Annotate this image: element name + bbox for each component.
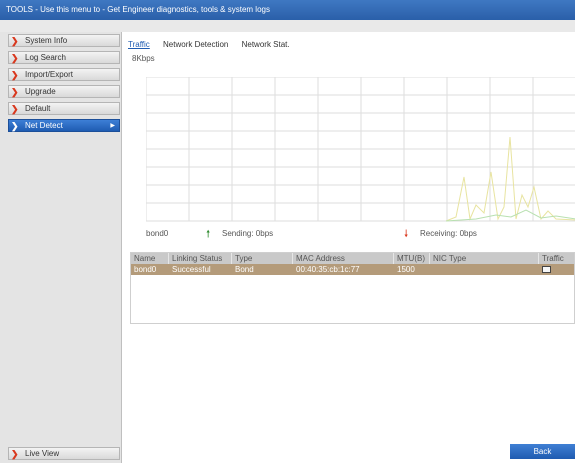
table-cell: Bond <box>235 265 254 274</box>
table-cell <box>430 264 539 275</box>
column-header: Name <box>131 253 169 264</box>
column-header: Linking Status <box>169 253 232 264</box>
sidebar-item-system-info[interactable]: ❯ System Info <box>8 34 120 47</box>
chevron-right-icon: ❯ <box>11 87 19 97</box>
traffic-monitor-icon[interactable] <box>542 266 551 273</box>
traffic-graph <box>146 77 575 222</box>
tab-bar: Traffic Network Detection Network Stat. <box>128 40 301 52</box>
caret-right-icon: ▶ <box>110 123 115 129</box>
interface-label: bond0 <box>146 229 169 238</box>
sidebar-item-label: Net Detect <box>25 121 63 130</box>
sidebar-item-label: Import/Export <box>25 70 74 79</box>
table-cell: bond0 <box>134 265 157 274</box>
chevron-right-icon: ❯ <box>11 104 19 114</box>
main-panel: Traffic Network Detection Network Stat. … <box>122 32 575 463</box>
table-row[interactable]: bond0 Successful Bond 00:40:35:cb:1c:77 … <box>131 264 574 275</box>
tab-network-detection[interactable]: Network Detection <box>163 40 228 49</box>
table-cell: 00:40:35:cb:1c:77 <box>296 265 360 274</box>
arrow-up-icon: 🠕 <box>206 229 211 240</box>
chevron-right-icon: ❯ <box>11 70 19 80</box>
arrow-down-icon: 🠗 <box>404 229 409 240</box>
table-header: Name Linking Status Type MAC Address MTU… <box>131 253 574 264</box>
live-view-label: Live View <box>25 449 60 458</box>
tab-network-stat[interactable]: Network Stat. <box>242 40 290 49</box>
sidebar-item-net-detect[interactable]: ❯ Net Detect ▶ <box>8 119 120 132</box>
back-button[interactable]: Back <box>510 444 575 459</box>
table-cell: 1500 <box>397 265 415 274</box>
sidebar-item-label: System Info <box>25 36 68 45</box>
receiving-traffic-line <box>445 136 575 222</box>
tab-traffic[interactable]: Traffic <box>128 40 150 49</box>
sidebar-item-default[interactable]: ❯ Default <box>8 102 120 115</box>
chevron-right-icon: ❯ <box>11 121 19 131</box>
live-view-button[interactable]: ❯ Live View <box>8 447 120 460</box>
sidebar-item-log-search[interactable]: ❯ Log Search <box>8 51 120 64</box>
chevron-right-icon: ❯ <box>11 53 19 63</box>
column-header: NIC Type <box>430 253 539 264</box>
title-bar: TOOLS - Use this menu to - Get Engineer … <box>0 0 575 20</box>
chevron-right-icon: ❯ <box>11 449 19 459</box>
sidebar: ❯ System Info ❯ Log Search ❯ Import/Expo… <box>0 32 122 463</box>
column-header: MTU(B) <box>394 253 430 264</box>
column-header: Type <box>232 253 293 264</box>
nic-table: Name Linking Status Type MAC Address MTU… <box>130 252 575 324</box>
receiving-rate: Receiving: 0bps <box>420 229 477 238</box>
column-header: Traffic <box>542 254 564 263</box>
sidebar-item-label: Default <box>25 104 51 113</box>
sidebar-item-import-export[interactable]: ❯ Import/Export <box>8 68 120 81</box>
table-cell: Successful <box>172 265 211 274</box>
sidebar-item-label: Upgrade <box>25 87 56 96</box>
sending-rate: Sending: 0bps <box>222 229 274 238</box>
chevron-right-icon: ❯ <box>11 36 19 46</box>
sidebar-item-label: Log Search <box>25 53 66 62</box>
sidebar-item-upgrade[interactable]: ❯ Upgrade <box>8 85 120 98</box>
column-header: MAC Address <box>293 253 394 264</box>
graph-unit-label: 8Kbps <box>132 54 155 63</box>
